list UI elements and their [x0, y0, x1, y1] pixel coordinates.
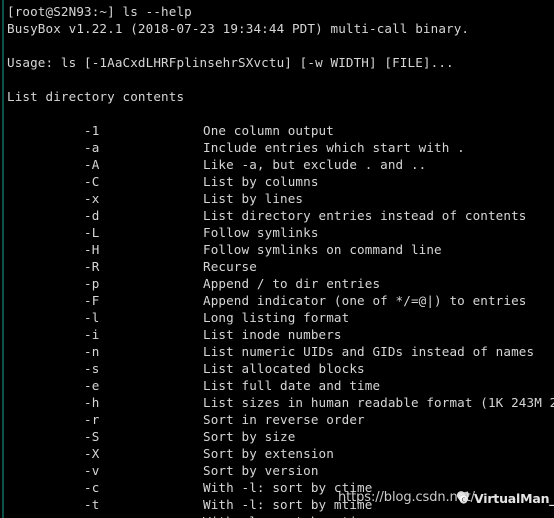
option-row: -1 One column output [0, 122, 554, 139]
terminal-window: [root@S2N93:~] ls --help BusyBox v1.22.1… [0, 0, 554, 518]
option-description: Append / to dir entries [203, 276, 381, 291]
option-description: Long listing format [203, 310, 350, 325]
option-flag: -c [84, 480, 100, 495]
option-row: -A Like -a, but exclude . and .. [0, 156, 554, 173]
option-row: -h List sizes in human readable format (1… [0, 394, 554, 411]
shell-prompt-line: [root@S2N93:~] ls --help [7, 4, 192, 19]
option-row: -e List full date and time [0, 377, 554, 394]
option-description: Recurse [203, 259, 257, 274]
option-flag: -L [84, 225, 100, 240]
option-flag: -p [84, 276, 100, 291]
option-flag: -i [84, 327, 100, 342]
option-description: Sort by size [203, 429, 296, 444]
option-description: List by columns [203, 174, 319, 189]
option-row: -i List inode numbers [0, 326, 554, 343]
option-description: Include entries which start with . [203, 140, 465, 155]
option-description: List full date and time [203, 378, 381, 393]
option-description: With -l: sort by ctime [203, 480, 373, 495]
option-description: List numeric UIDs and GIDs instead of na… [203, 344, 535, 359]
option-flag: -e [84, 378, 100, 393]
option-row: -R Recurse [0, 258, 554, 275]
option-row: -d List directory entries instead of cont… [0, 207, 554, 224]
option-row: -F Append indicator (one of */=@|) to ent… [0, 292, 554, 309]
option-row: -s List allocated blocks [0, 360, 554, 377]
option-description: With -l: sort by mtime [203, 497, 373, 512]
option-row: -uWith -l: sort by atime [0, 513, 554, 518]
option-row: -C List by columns [0, 173, 554, 190]
option-description: Sort by extension [203, 446, 334, 461]
option-row: -l Long listing format [0, 309, 554, 326]
option-flag: -v [84, 463, 100, 478]
option-description: Follow symlinks on command line [203, 242, 442, 257]
option-flag: -n [84, 344, 100, 359]
command-description-line: List directory contents [7, 89, 185, 104]
option-flag: -F [84, 293, 100, 308]
option-row: -H Follow symlinks on command line [0, 241, 554, 258]
option-flag: -h [84, 395, 100, 410]
option-flag: -s [84, 361, 100, 376]
usage-line: Usage: ls [-1AaCxdLHRFplinsehrSXvctu] [-… [7, 55, 454, 70]
options-list: -1 One column output -a Include entries whi… [0, 122, 554, 518]
option-row: -n List numeric UIDs and GIDs instead of … [0, 343, 554, 360]
option-row: -a Include entries which start with . [0, 139, 554, 156]
option-flag: -l [84, 310, 100, 325]
busybox-version-line: BusyBox v1.22.1 (2018-07-23 19:34:44 PDT… [7, 21, 470, 36]
option-flag: -A [84, 157, 100, 172]
option-flag: -1 [84, 123, 100, 138]
option-row: -t With -l: sort by mtime [0, 496, 554, 513]
option-row: -r Sort in reverse order [0, 411, 554, 428]
option-flag: -R [84, 259, 100, 274]
option-flag: -S [84, 429, 100, 444]
option-row: -v Sort by version [0, 462, 554, 479]
option-description: Sort by version [203, 463, 319, 478]
option-row: -L Follow symlinks [0, 224, 554, 241]
option-description: List directory entries instead of conten… [203, 208, 527, 223]
option-description: One column output [203, 123, 334, 138]
terminal-output: [root@S2N93:~] ls --help BusyBox v1.22.1… [0, 0, 554, 518]
option-flag: -r [84, 412, 100, 427]
option-row: -x List by lines [0, 190, 554, 207]
option-description: List by lines [203, 191, 304, 206]
option-description: Append indicator (one of */=@|) to entri… [203, 293, 527, 308]
option-flag: -u [84, 513, 203, 518]
option-description: Sort in reverse order [203, 412, 365, 427]
option-flag: -x [84, 191, 100, 206]
option-flag: -a [84, 140, 100, 155]
option-description: List inode numbers [203, 327, 342, 342]
option-description: With -l: sort by atime [203, 514, 372, 518]
option-row: -S Sort by size [0, 428, 554, 445]
option-row: -p Append / to dir entries [0, 275, 554, 292]
option-description: Follow symlinks [203, 225, 319, 240]
option-flag: -H [84, 242, 100, 257]
option-row: -c With -l: sort by ctime [0, 479, 554, 496]
option-description: List allocated blocks [203, 361, 365, 376]
option-flag: -d [84, 208, 100, 223]
option-description: List sizes in human readable format (1K … [203, 395, 554, 410]
option-flag: -X [84, 446, 100, 461]
option-flag: -t [84, 497, 100, 512]
option-description: Like -a, but exclude . and .. [203, 157, 427, 172]
option-row: -X Sort by extension [0, 445, 554, 462]
option-flag: -C [84, 174, 100, 189]
